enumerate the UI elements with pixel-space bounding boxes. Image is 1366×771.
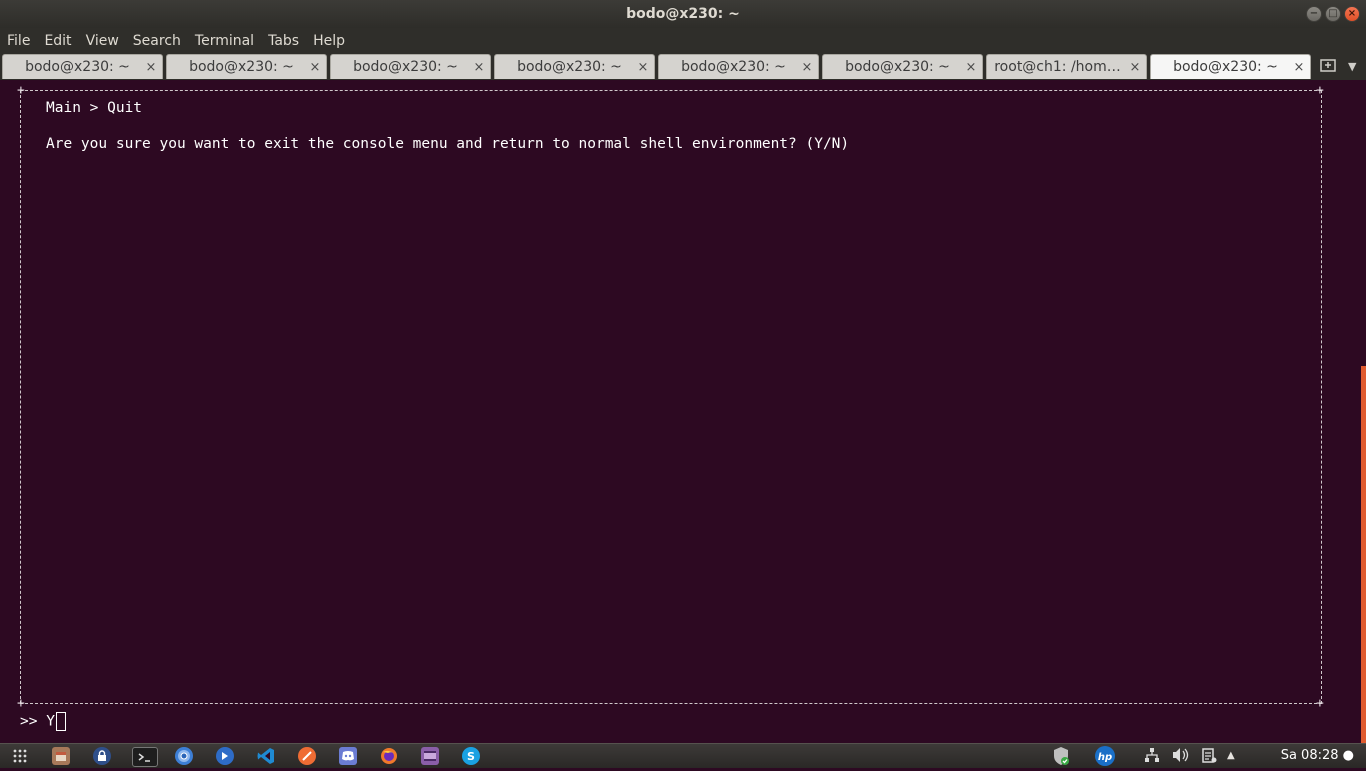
tab-8-active[interactable]: bodo@x230: ~ ×	[1150, 54, 1311, 79]
menu-search[interactable]: Search	[126, 33, 188, 49]
clipboard-icon[interactable]	[1201, 747, 1217, 767]
tray-expand-chevron-icon[interactable]: ▲	[1227, 750, 1235, 761]
tab-label: bodo@x230: ~	[845, 59, 950, 75]
close-icon[interactable]: ×	[1344, 6, 1360, 22]
tab-close-icon[interactable]: ×	[304, 60, 326, 75]
terminal-view[interactable]: + + + + Main > Quit Are you sure you wan…	[0, 80, 1366, 743]
tab-close-icon[interactable]: ×	[796, 60, 818, 75]
tab-close-icon[interactable]: ×	[632, 60, 654, 75]
prompt-text: >> Y	[20, 713, 55, 730]
tab-1[interactable]: bodo@x230: ~ ×	[2, 54, 163, 79]
network-icon[interactable]	[1144, 747, 1160, 767]
tab-3[interactable]: bodo@x230: ~ ×	[330, 54, 491, 79]
window-title: bodo@x230: ~	[626, 6, 740, 22]
box-corner: +	[17, 83, 25, 98]
files-icon[interactable]	[52, 747, 70, 765]
quit-confirmation-text: Are you sure you want to exit the consol…	[46, 136, 850, 152]
video-editor-icon[interactable]	[421, 747, 439, 765]
tab-close-icon[interactable]: ×	[140, 60, 162, 75]
volume-icon[interactable]	[1172, 747, 1190, 767]
bottom-panel: S hp ▲ Sa 08:28 ●	[0, 743, 1366, 768]
tab-5[interactable]: bodo@x230: ~ ×	[658, 54, 819, 79]
terminal-icon[interactable]	[132, 747, 158, 767]
menu-view[interactable]: View	[79, 33, 126, 49]
window-titlebar: bodo@x230: ~ − □ ×	[0, 0, 1366, 28]
clock[interactable]: Sa 08:28 ●	[1281, 748, 1354, 763]
tab-label: bodo@x230: ~	[1173, 59, 1278, 75]
menu-file[interactable]: File	[0, 33, 37, 49]
discord-icon[interactable]	[339, 747, 357, 765]
tab-close-icon[interactable]: ×	[960, 60, 982, 75]
tab-2[interactable]: bodo@x230: ~ ×	[166, 54, 327, 79]
lock-icon[interactable]	[93, 747, 111, 765]
menu-help[interactable]: Help	[306, 33, 352, 49]
tab-label: bodo@x230: ~	[189, 59, 294, 75]
menu-tabs[interactable]: Tabs	[261, 33, 306, 49]
console-menu-box	[20, 90, 1322, 704]
hp-logo-text: hp	[1098, 752, 1112, 763]
tab-close-icon[interactable]: ×	[1124, 60, 1146, 75]
tab-list-chevron-icon[interactable]: ▼	[1348, 60, 1356, 73]
tab-4[interactable]: bodo@x230: ~ ×	[494, 54, 655, 79]
maximize-icon[interactable]: □	[1325, 6, 1341, 22]
apps-grid-icon[interactable]	[11, 747, 29, 765]
chromium-icon[interactable]	[175, 747, 193, 765]
tab-close-icon[interactable]: ×	[468, 60, 490, 75]
tab-close-icon[interactable]: ×	[1288, 60, 1310, 75]
menu-edit[interactable]: Edit	[37, 33, 78, 49]
tab-label: bodo@x230: ~	[25, 59, 130, 75]
text-cursor	[55, 712, 66, 731]
firefox-icon[interactable]	[380, 747, 398, 765]
tab-7[interactable]: root@ch1: /hom… ×	[986, 54, 1147, 79]
box-corner: +	[1316, 696, 1324, 711]
window-controls: − □ ×	[1306, 6, 1360, 22]
tab-label: bodo@x230: ~	[681, 59, 786, 75]
tab-bar: bodo@x230: ~ × bodo@x230: ~ × bodo@x230:…	[0, 53, 1366, 81]
postman-icon[interactable]	[298, 747, 316, 765]
box-corner: +	[1316, 83, 1324, 98]
menubar: File Edit View Search Terminal Tabs Help	[0, 28, 1366, 53]
terminal-scrollbar[interactable]	[1361, 366, 1366, 743]
tab-label: root@ch1: /hom…	[994, 59, 1121, 75]
new-tab-icon[interactable]	[1320, 57, 1336, 77]
hp-icon[interactable]: hp	[1094, 745, 1116, 771]
tab-label: bodo@x230: ~	[517, 59, 622, 75]
minimize-icon[interactable]: −	[1306, 6, 1322, 22]
menu-breadcrumb: Main > Quit	[46, 100, 143, 116]
tab-label: bodo@x230: ~	[353, 59, 458, 75]
skype-icon[interactable]: S	[462, 747, 480, 765]
vscode-icon[interactable]	[257, 747, 275, 765]
tab-6[interactable]: bodo@x230: ~ ×	[822, 54, 983, 79]
remmina-icon[interactable]	[216, 747, 234, 765]
box-corner: +	[17, 696, 25, 711]
menu-terminal[interactable]: Terminal	[188, 33, 261, 49]
input-prompt[interactable]: >> Y	[20, 712, 66, 731]
security-shield-icon[interactable]	[1052, 746, 1070, 770]
